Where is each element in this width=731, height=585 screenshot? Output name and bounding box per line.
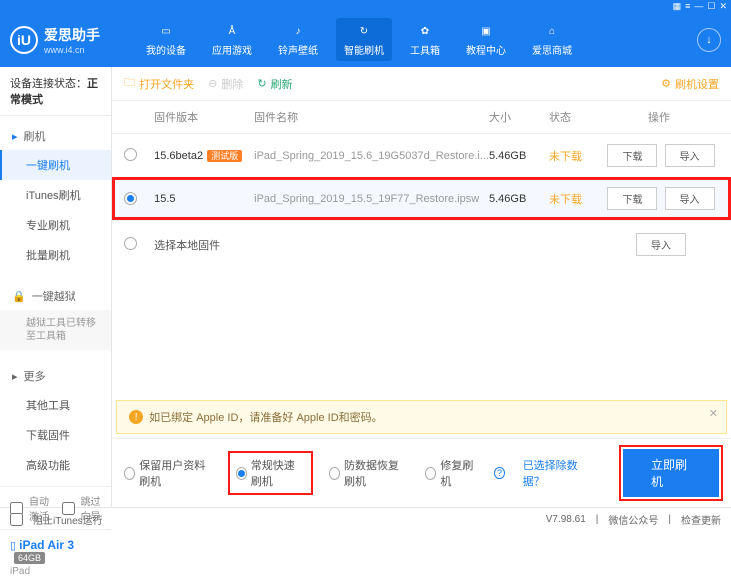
titlebar: ▦ ≡ — ☐ ✕ (0, 0, 731, 12)
delete-button: ⊖删除 (208, 76, 243, 92)
nav-flash[interactable]: ↻智能刷机 (336, 18, 392, 61)
win-close-icon[interactable]: ✕ (719, 1, 727, 12)
row-radio[interactable] (124, 192, 137, 205)
logo-icon: iU (10, 26, 38, 54)
sidebar-item-pro[interactable]: 专业刷机 (0, 210, 111, 240)
folder-icon: 🗀 (124, 74, 135, 93)
device-block[interactable]: ▯ iPad Air 3 64GB iPad (0, 529, 111, 585)
opt-keep-data[interactable]: 保留用户资料刷机 (124, 457, 212, 489)
import-button[interactable]: 导入 (665, 187, 715, 210)
opt-repair[interactable]: 修复刷机 (425, 457, 476, 489)
ringtone-icon: ♪ (289, 22, 307, 40)
nav-ringtones[interactable]: ♪铃声壁纸 (270, 18, 326, 61)
nav-apps[interactable]: Å应用游戏 (204, 18, 260, 61)
refresh-button[interactable]: ↻刷新 (257, 76, 292, 92)
app-title: 爱思助手 (44, 25, 100, 45)
local-firmware-row[interactable]: 选择本地固件 导入 (112, 220, 731, 268)
version-label: V7.98.61 (546, 514, 586, 525)
download-indicator-icon[interactable]: ↓ (697, 28, 721, 52)
device-name: iPad Air 3 (19, 538, 74, 552)
block-itunes-label: 阻止iTunes运行 (33, 512, 103, 527)
beta-tag: 测试版 (207, 150, 242, 162)
open-folder-button[interactable]: 🗀打开文件夹 (124, 74, 194, 93)
device-type: iPad (10, 566, 101, 577)
warning-icon: ! (129, 410, 143, 424)
row-radio[interactable] (124, 237, 137, 250)
flash-settings-button[interactable]: ⚙刷机设置 (661, 76, 719, 92)
delete-icon: ⊖ (208, 77, 217, 90)
toolbar: 🗀打开文件夹 ⊖删除 ↻刷新 ⚙刷机设置 (112, 67, 731, 101)
check-update-link[interactable]: 检查更新 (681, 512, 721, 527)
nav-store[interactable]: ⌂爱思商城 (524, 18, 580, 61)
wechat-link[interactable]: 微信公众号 (608, 512, 658, 527)
flash-options: 保留用户资料刷机 常规快速刷机 防数据恢复刷机 修复刷机 ? 已选择除数据？ 立… (112, 438, 731, 507)
refresh-icon: ↻ (257, 77, 266, 90)
nav-my-device[interactable]: ▭我的设备 (138, 18, 194, 61)
close-icon[interactable]: ✕ (709, 407, 718, 420)
apps-icon: Å (223, 22, 241, 40)
opt-normal-fast[interactable]: 常规快速刷机 (230, 453, 311, 493)
sidebar-item-dlfw[interactable]: 下载固件 (0, 420, 111, 450)
appleid-warning: ! 如已绑定 Apple ID，请准备好 Apple ID和密码。 ✕ (116, 400, 727, 434)
sidebar: 设备连接状态：正常模式 ▸刷机 一键刷机 iTunes刷机 专业刷机 批量刷机 … (0, 67, 112, 507)
row-radio[interactable] (124, 148, 137, 161)
toolbox-icon: ✿ (416, 22, 434, 40)
app-url: www.i4.cn (44, 45, 100, 55)
nav-tutorials[interactable]: ▣教程中心 (458, 18, 514, 61)
device-icon: ▭ (157, 22, 175, 40)
sidebar-item-advanced[interactable]: 高级功能 (0, 450, 111, 480)
jailbreak-note: 越狱工具已转移至工具箱 (0, 310, 111, 350)
connection-status: 设备连接状态：正常模式 (0, 67, 111, 116)
opt-anti-recovery[interactable]: 防数据恢复刷机 (329, 457, 407, 489)
flash-icon: ↻ (355, 22, 373, 40)
sidebar-item-itunes[interactable]: iTunes刷机 (0, 180, 111, 210)
firmware-row[interactable]: 15.6beta2测试版 iPad_Spring_2019_15.6_19G50… (112, 134, 731, 177)
tutorial-icon: ▣ (477, 22, 495, 40)
sidebar-item-other[interactable]: 其他工具 (0, 390, 111, 420)
help-icon[interactable]: ? (494, 467, 504, 479)
main: 🗀打开文件夹 ⊖删除 ↻刷新 ⚙刷机设置 固件版本 固件名称 大小 状态 操作 … (112, 67, 731, 507)
win-menu-icon[interactable]: ≡ (685, 1, 690, 11)
import-local-button[interactable]: 导入 (636, 233, 686, 256)
sidebar-item-oneclick[interactable]: 一键刷机 (0, 150, 111, 180)
sidebar-head-flash[interactable]: ▸刷机 (0, 122, 111, 150)
download-button[interactable]: 下载 (607, 144, 657, 167)
logo: iU 爱思助手 www.i4.cn (10, 25, 100, 55)
flash-now-button[interactable]: 立即刷机 (623, 449, 719, 497)
download-button[interactable]: 下载 (607, 187, 657, 210)
nav-toolbox[interactable]: ✿工具箱 (402, 18, 448, 61)
data-wipe-link[interactable]: 已选择除数据？ (523, 457, 587, 489)
sidebar-head-more[interactable]: ▸更多 (0, 362, 111, 390)
import-button[interactable]: 导入 (665, 144, 715, 167)
block-itunes-checkbox[interactable] (10, 513, 23, 526)
nav: ▭我的设备 Å应用游戏 ♪铃声壁纸 ↻智能刷机 ✿工具箱 ▣教程中心 ⌂爱思商城 (138, 18, 679, 61)
win-grid-icon[interactable]: ▦ (673, 1, 682, 12)
gear-icon: ⚙ (661, 77, 671, 90)
header: iU 爱思助手 www.i4.cn ▭我的设备 Å应用游戏 ♪铃声壁纸 ↻智能刷… (0, 12, 731, 67)
store-icon: ⌂ (543, 22, 561, 40)
sidebar-head-jailbreak[interactable]: 🔒一键越狱 (0, 282, 111, 310)
win-max-icon[interactable]: ☐ (707, 1, 715, 12)
device-storage-badge: 64GB (14, 552, 45, 564)
table-header: 固件版本 固件名称 大小 状态 操作 (112, 101, 731, 134)
win-min-icon[interactable]: — (694, 1, 703, 11)
firmware-row-selected[interactable]: 15.5 iPad_Spring_2019_15.5_19F77_Restore… (112, 177, 731, 220)
sidebar-item-batch[interactable]: 批量刷机 (0, 240, 111, 270)
